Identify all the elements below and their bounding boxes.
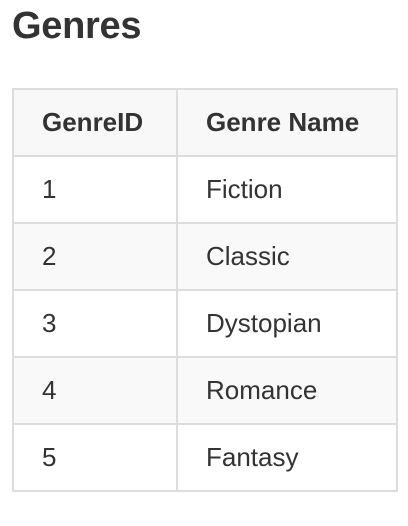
- column-header-genre-id: GenreID: [12, 88, 178, 157]
- table-row: 5 Fantasy: [12, 423, 398, 492]
- genre-id-cell: 3: [12, 289, 178, 358]
- table-body: 1 Fiction 2 Classic 3 Dystopian 4 Romanc…: [12, 155, 398, 492]
- genre-name-cell: Dystopian: [176, 289, 398, 358]
- table-row: 3 Dystopian: [12, 289, 398, 358]
- genre-name-cell: Fantasy: [176, 423, 398, 492]
- genre-name-cell: Romance: [176, 356, 398, 425]
- genre-id-cell: 5: [12, 423, 178, 492]
- genres-table: GenreID Genre Name 1 Fiction 2 Classic 3…: [12, 88, 398, 492]
- genre-name-cell: Fiction: [176, 155, 398, 224]
- table-header: GenreID Genre Name: [12, 88, 398, 157]
- genre-name-cell: Classic: [176, 222, 398, 291]
- table-row: 1 Fiction: [12, 155, 398, 224]
- column-header-genre-name: Genre Name: [176, 88, 398, 157]
- genre-id-cell: 1: [12, 155, 178, 224]
- page-title: Genres: [12, 5, 142, 47]
- genre-id-cell: 4: [12, 356, 178, 425]
- header-row: GenreID Genre Name: [12, 88, 398, 157]
- genre-id-cell: 2: [12, 222, 178, 291]
- table-row: 4 Romance: [12, 356, 398, 425]
- table-row: 2 Classic: [12, 222, 398, 291]
